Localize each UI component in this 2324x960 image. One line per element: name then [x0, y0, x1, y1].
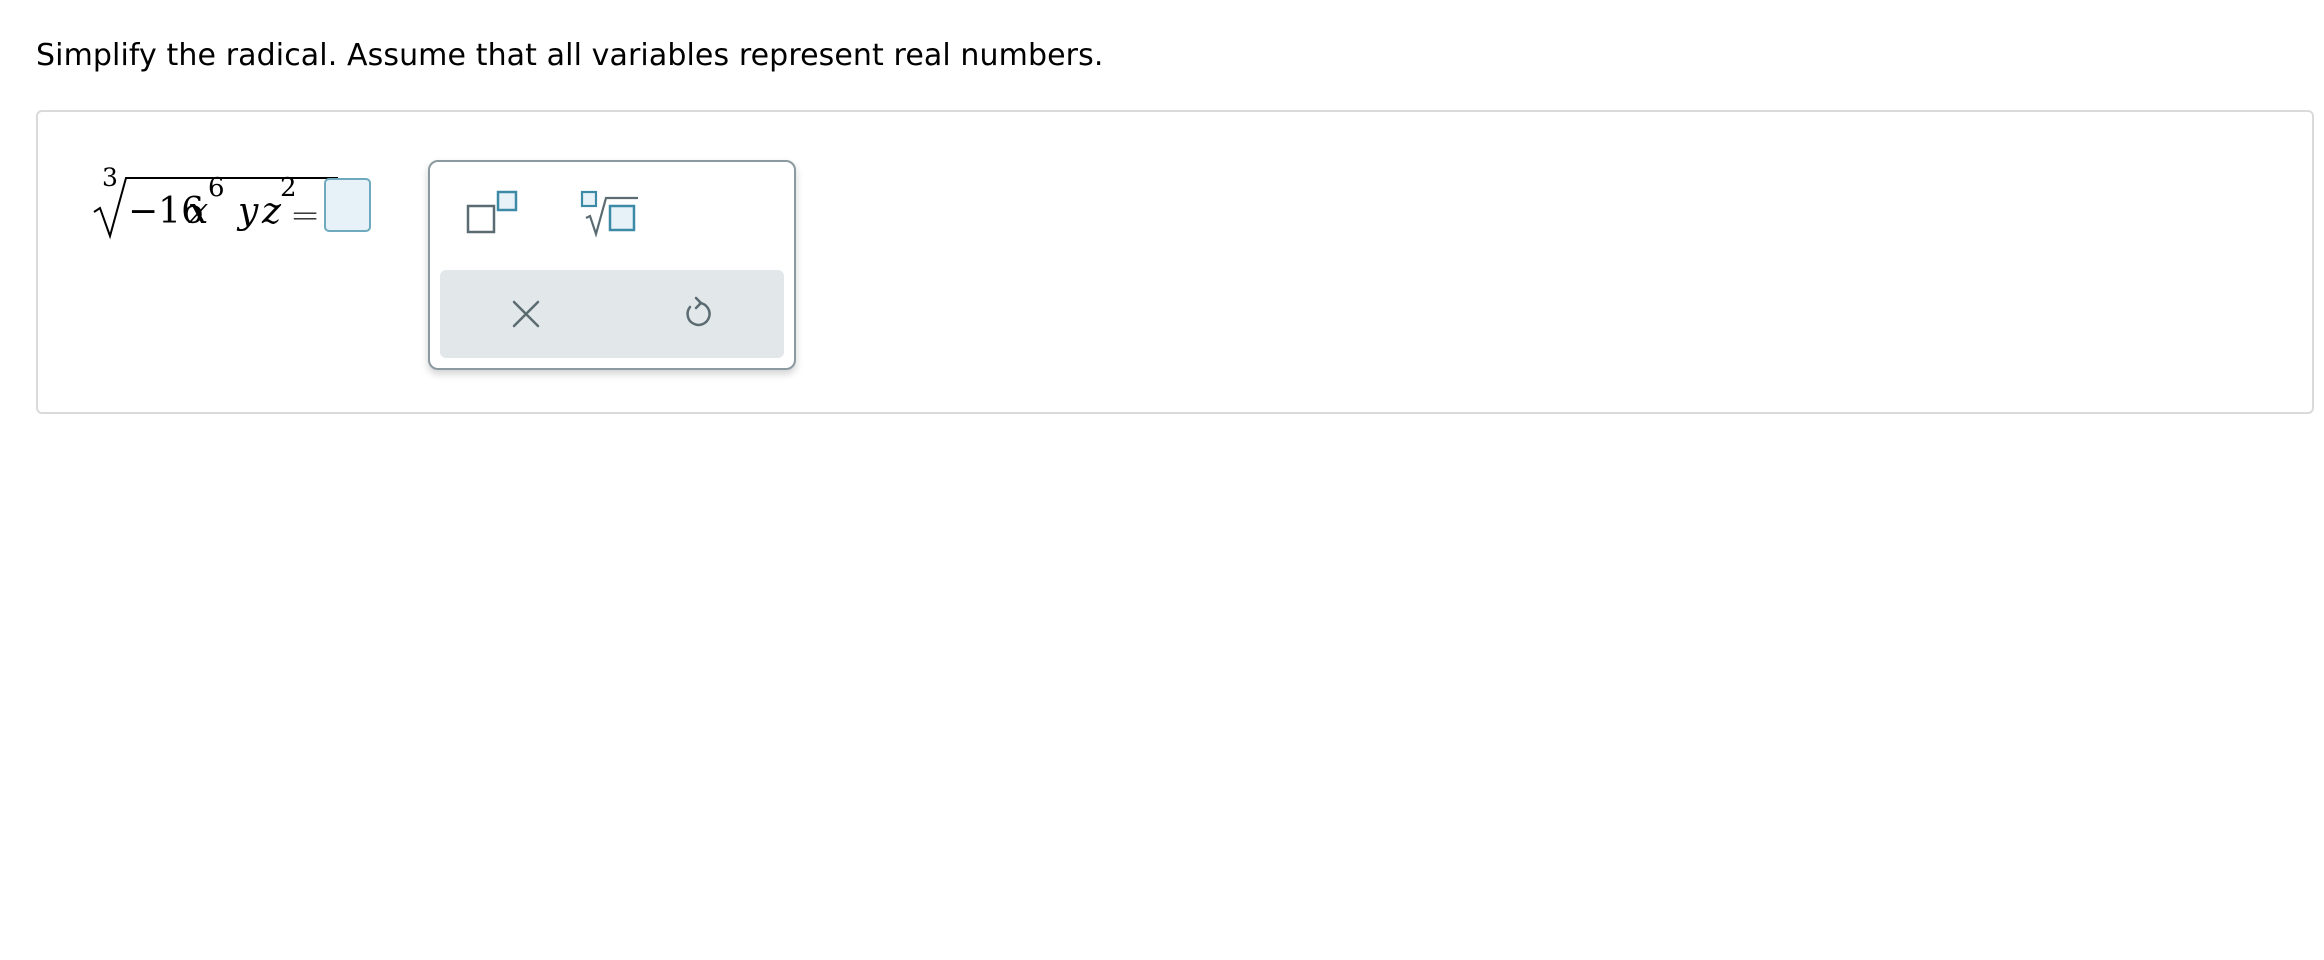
answer-input[interactable]	[324, 178, 371, 232]
undo-button[interactable]	[678, 294, 718, 334]
variable-z: z	[262, 191, 281, 232]
question-prompt: Simplify the radical. Assume that all va…	[36, 38, 1104, 73]
exponent-x: 6	[208, 173, 225, 203]
nth-root-icon	[580, 190, 638, 238]
answer-panel: 3 −16 x 6 y z 2 =	[36, 110, 2314, 414]
close-icon	[512, 300, 540, 328]
palette-action-bar	[440, 270, 784, 358]
equals-sign: =	[290, 195, 321, 236]
exponent-template-icon	[466, 190, 518, 234]
radical-expression: 3 −16 x 6 y z 2	[90, 164, 430, 246]
clear-button[interactable]	[506, 294, 546, 334]
variable-y: y	[238, 191, 259, 232]
nth-root-template-button[interactable]	[580, 188, 646, 240]
math-palette	[428, 160, 796, 370]
undo-icon	[686, 296, 711, 327]
exponent-template-button[interactable]	[466, 188, 526, 240]
variable-x: x	[188, 191, 209, 232]
root-index: 3	[102, 163, 118, 192]
